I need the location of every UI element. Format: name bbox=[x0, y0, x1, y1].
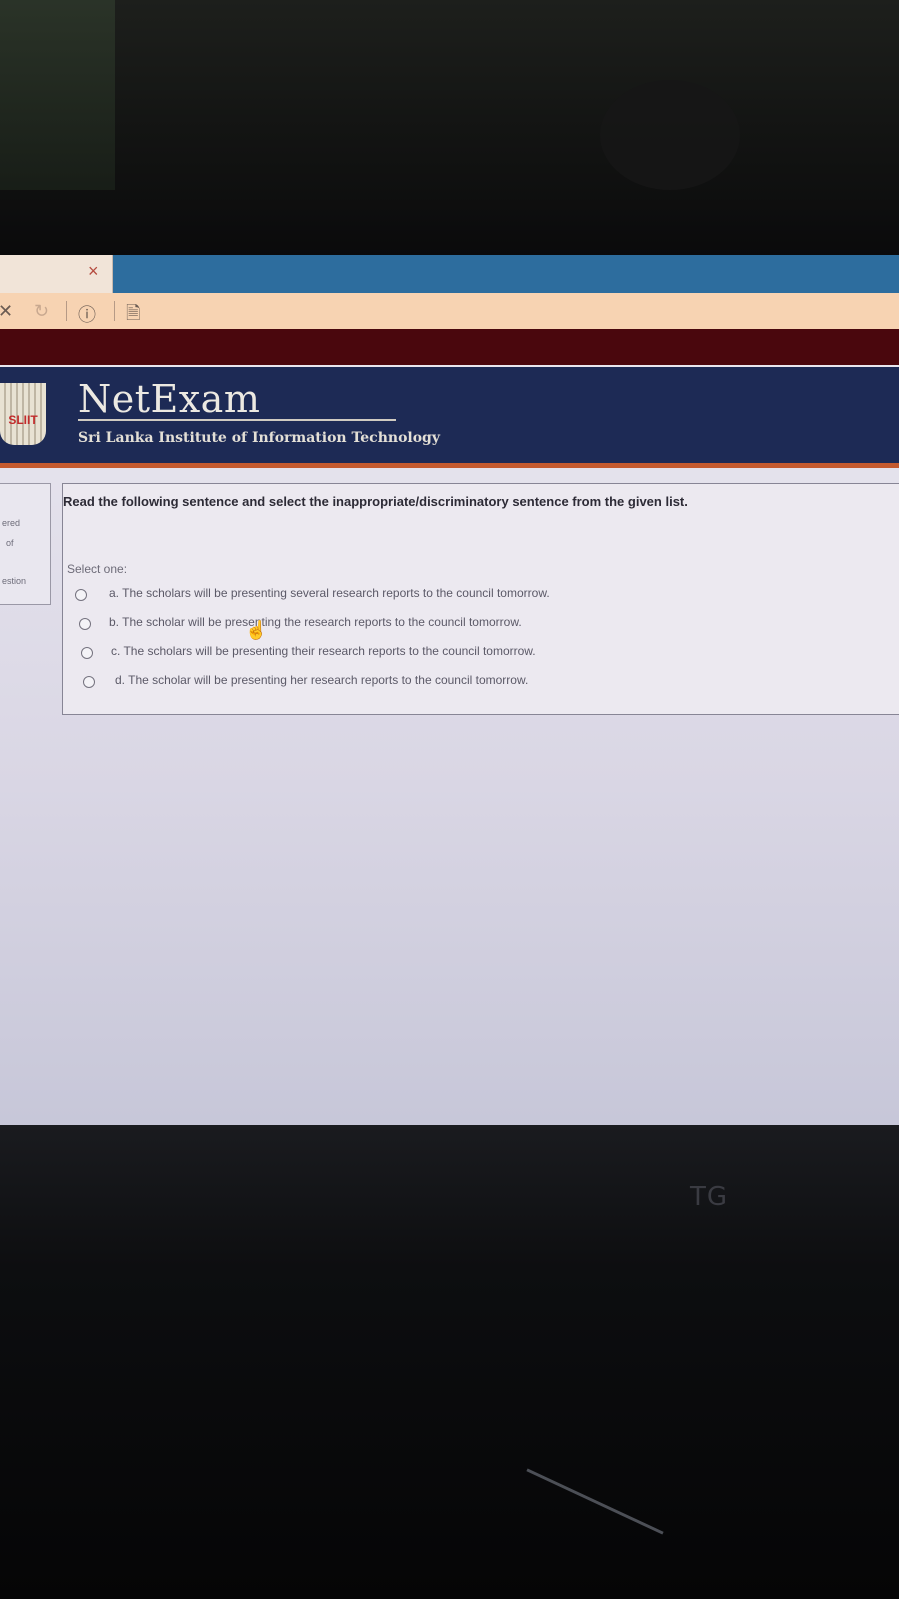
monitor-bezel bbox=[0, 1125, 899, 1599]
nav-status-text: ered bbox=[2, 518, 21, 528]
nav-status-text: of bbox=[6, 538, 14, 548]
browser-tab[interactable]: × bbox=[0, 255, 113, 293]
browser-tabstrip: × bbox=[0, 255, 899, 293]
radio-button[interactable] bbox=[81, 647, 93, 659]
crest-logo-text: SLIIT bbox=[8, 413, 38, 427]
option-label[interactable]: d. The scholar will be presenting her re… bbox=[115, 673, 528, 687]
toolbar-divider bbox=[66, 301, 67, 321]
background-object bbox=[600, 80, 740, 190]
radio-button[interactable] bbox=[75, 589, 87, 601]
question-nav-box[interactable]: ered of estion bbox=[0, 483, 51, 605]
close-icon[interactable]: × bbox=[88, 261, 99, 282]
radio-button[interactable] bbox=[79, 618, 91, 630]
radio-button[interactable] bbox=[83, 676, 95, 688]
option-label[interactable]: a. The scholars will be presenting sever… bbox=[109, 586, 550, 600]
brand-subtitle: Sri Lanka Institute of Information Techn… bbox=[78, 430, 440, 446]
nav-flag-link[interactable]: estion bbox=[2, 576, 26, 586]
info-icon[interactable]: ⓘ bbox=[78, 301, 96, 327]
hand-cursor-icon: ☝ bbox=[245, 620, 268, 640]
question-card: Read the following sentence and select t… bbox=[62, 483, 899, 715]
option-label[interactable]: b. The scholar will be presenting the re… bbox=[109, 615, 522, 629]
page-icon[interactable]: 🗎 bbox=[126, 301, 140, 331]
option-label[interactable]: c. The scholars will be presenting their… bbox=[111, 644, 536, 658]
browser-toolbar: ✕ ↻ ⓘ 🗎 bbox=[0, 293, 899, 329]
reload-icon[interactable]: ↻ bbox=[34, 301, 49, 322]
app-topbar bbox=[0, 329, 899, 365]
sliit-crest-logo: SLIIT bbox=[0, 383, 46, 445]
background-object bbox=[0, 0, 115, 190]
stop-icon[interactable]: ✕ bbox=[0, 301, 13, 322]
brand-title: NetExam bbox=[78, 377, 261, 421]
select-one-label: Select one: bbox=[67, 562, 128, 576]
question-text: Read the following sentence and select t… bbox=[63, 494, 688, 509]
background-room bbox=[0, 0, 899, 260]
toolbar-divider bbox=[114, 301, 115, 321]
monitor-screen: × ✕ ↻ ⓘ 🗎 SLIIT NetExam Sri Lanka Instit… bbox=[0, 255, 899, 1140]
monitor-brand-logo: TG bbox=[690, 1182, 729, 1212]
brand-divider bbox=[78, 419, 396, 421]
header-accent-stripe bbox=[0, 463, 899, 468]
